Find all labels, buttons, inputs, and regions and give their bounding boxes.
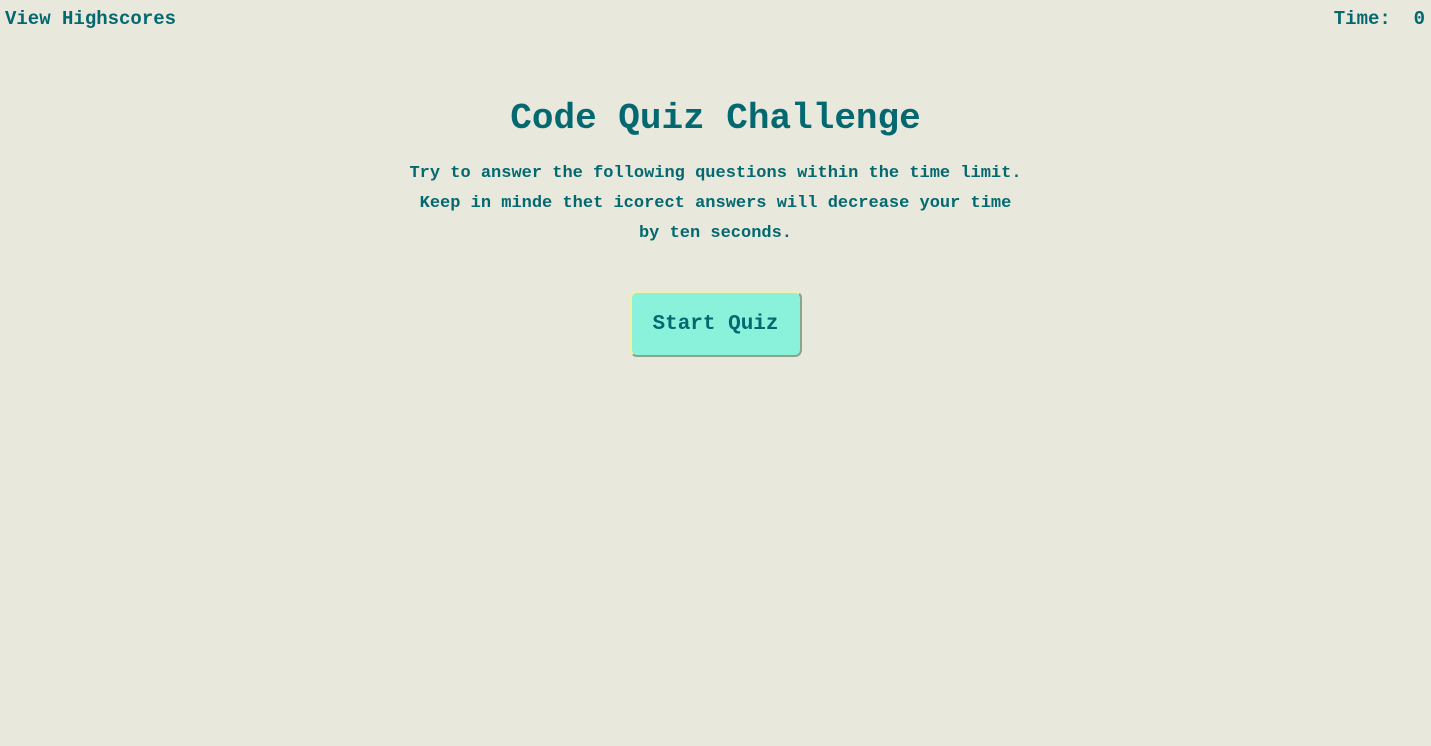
intro-line: Try to answer the following questions wi… <box>409 164 1022 183</box>
top-bar: View Highscores Time: 0 <box>5 7 1425 31</box>
view-highscores-link[interactable]: View Highscores <box>5 7 176 31</box>
start-quiz-button[interactable]: Start Quiz <box>629 291 802 357</box>
intro-line: Keep in minde thet icorect answers will … <box>419 194 1012 213</box>
intro-description: Try to answer the following questions wi… <box>376 159 1056 249</box>
timer-value: 0 <box>1413 8 1425 30</box>
page-title: Code Quiz Challenge <box>510 98 921 139</box>
intro-line: by ten seconds. <box>638 224 793 243</box>
timer-label: Time: <box>1333 8 1391 30</box>
intro-screen: Code Quiz Challenge Try to answer the fo… <box>0 95 1431 357</box>
timer-display: Time: 0 <box>1334 7 1425 31</box>
